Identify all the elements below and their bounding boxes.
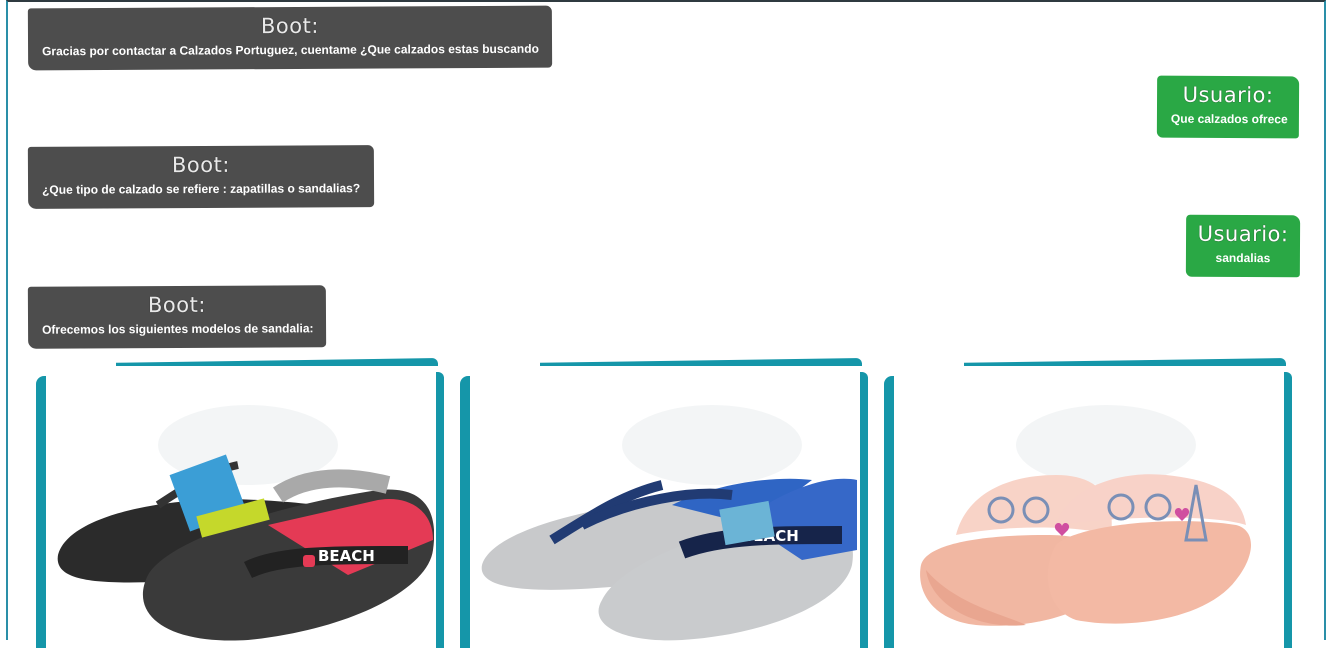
message-text: Gracias por contactar a Calzados Portugu…	[42, 41, 539, 59]
bot-message: Boot: ¿Que tipo de calzado se refiere : …	[27, 145, 375, 209]
sender-label: Boot:	[260, 13, 319, 39]
sandal-black-red-image: BEACH	[57, 405, 434, 641]
bot-message: Boot: Ofrecemos los siguientes modelos d…	[27, 285, 327, 349]
user-message: Usuario: Que calzados ofrece	[1156, 75, 1300, 139]
product-image[interactable]	[896, 372, 1282, 648]
message-text: ¿Que tipo de calzado se refiere : zapati…	[42, 181, 361, 197]
sandal-navy-blue-image: BEACH	[481, 405, 857, 641]
brand-label: BEACH	[318, 547, 375, 565]
product-card[interactable]: BEACH	[36, 358, 444, 648]
message-text: Que calzados ofrece	[1170, 111, 1288, 127]
sender-label: Boot:	[147, 292, 206, 318]
user-message: Usuario: sandalias	[1185, 214, 1301, 278]
message-text: sandalias	[1215, 250, 1271, 266]
product-image[interactable]: BEACH	[48, 372, 434, 648]
sender-label: Usuario:	[1182, 82, 1274, 108]
product-card[interactable]: BEACH	[460, 358, 868, 648]
sender-label: Boot:	[171, 152, 230, 178]
bot-message: Boot: Gracias por contactar a Calzados P…	[27, 5, 553, 71]
sender-label: Usuario:	[1197, 221, 1289, 247]
product-card[interactable]	[884, 358, 1292, 648]
product-image[interactable]: BEACH	[472, 372, 858, 648]
message-text: Ofrecemos los siguientes modelos de sand…	[42, 321, 314, 337]
sandal-pink-bicycle-image	[920, 405, 1251, 626]
